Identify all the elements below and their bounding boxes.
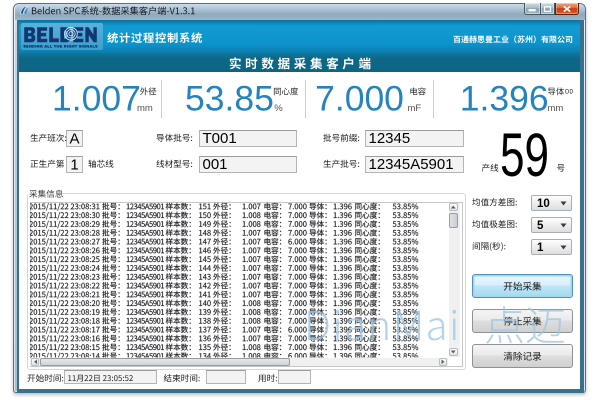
svg-text:1.396: 1.396	[460, 79, 549, 119]
svg-text:A: A	[69, 130, 79, 147]
svg-text:001: 001	[203, 156, 228, 173]
svg-text:mm: mm	[548, 103, 564, 114]
svg-text:10: 10	[537, 198, 550, 210]
svg-text:12345A5901: 12345A5901	[369, 156, 454, 173]
svg-text:mm: mm	[137, 103, 153, 114]
svg-text:5: 5	[537, 220, 544, 232]
svg-text:7.000: 7.000	[315, 79, 404, 119]
svg-text:59: 59	[500, 121, 549, 189]
svg-text:53.85: 53.85	[185, 79, 274, 119]
svg-text:T001: T001	[203, 130, 237, 147]
svg-text:1: 1	[70, 156, 78, 173]
svg-text:1: 1	[537, 242, 544, 254]
svg-text:12345: 12345	[369, 130, 411, 147]
svg-text:1.007: 1.007	[52, 79, 141, 119]
svg-text:mF: mF	[408, 103, 422, 114]
svg-text:%: %	[274, 103, 283, 114]
